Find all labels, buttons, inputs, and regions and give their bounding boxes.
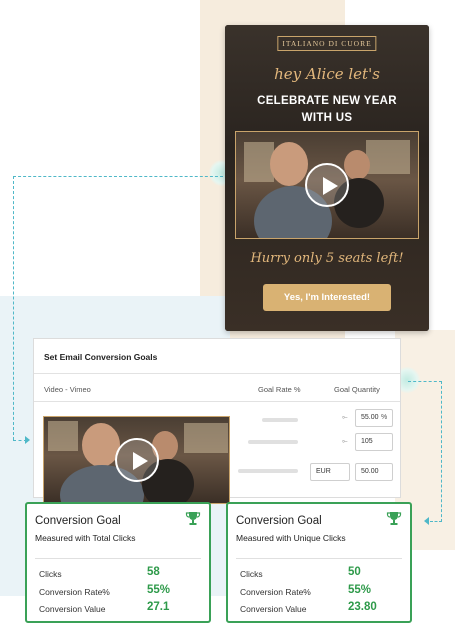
metric-value: 55% xyxy=(147,584,171,596)
link-icon: ⟜ xyxy=(342,438,348,445)
percent-unit: % xyxy=(381,414,388,421)
goal-value-input[interactable]: 50.00 xyxy=(355,463,393,481)
connector-line xyxy=(430,521,442,522)
conversion-card-unique-clicks: Conversion Goal Measured with Unique Cli… xyxy=(226,502,412,623)
metric-row: Clicks 58 xyxy=(35,566,205,582)
placeholder-bar xyxy=(248,440,298,444)
interested-button[interactable]: Yes, I'm Interested! xyxy=(263,284,391,311)
play-icon[interactable] xyxy=(114,438,159,482)
card-title: Conversion Goal xyxy=(35,515,121,527)
column-header-video: Video - Vimeo xyxy=(44,385,91,394)
metric-label: Clicks xyxy=(39,569,62,579)
email-video[interactable] xyxy=(235,131,419,239)
metric-row: Conversion Value 27.1 xyxy=(35,601,205,617)
card-subtitle: Measured with Total Clicks xyxy=(35,533,136,543)
placeholder-bar xyxy=(262,418,298,422)
trophy-icon xyxy=(185,512,201,525)
panel-title: Set Email Conversion Goals xyxy=(44,352,158,362)
column-header-goal-rate: Goal Rate % xyxy=(258,385,301,394)
greeting-text: hey Alice let's xyxy=(274,65,380,83)
brand-logo: ITALIANO DI CUORE xyxy=(277,36,377,51)
trophy-icon xyxy=(386,512,402,525)
conversion-goals-panel: Set Email Conversion Goals Video - Vimeo… xyxy=(33,338,401,504)
metric-label: Conversion Rate% xyxy=(240,587,311,597)
play-icon[interactable] xyxy=(305,163,349,207)
card-title: Conversion Goal xyxy=(236,515,322,527)
headline: CELEBRATE NEW YEAR WITH US xyxy=(225,93,429,127)
connector-line xyxy=(13,176,223,177)
metric-row: Clicks 50 xyxy=(236,566,406,582)
card-subtitle: Measured with Unique Clicks xyxy=(236,533,346,543)
headline-line-1: CELEBRATE NEW YEAR xyxy=(257,95,397,107)
email-preview: ITALIANO DI CUORE hey Alice let's CELEBR… xyxy=(225,25,429,331)
metric-label: Conversion Value xyxy=(240,604,307,614)
link-icon: ⟜ xyxy=(342,414,348,421)
metric-row: Conversion Rate% 55% xyxy=(35,584,205,600)
connector-line xyxy=(441,381,442,522)
column-header-goal-quantity: Goal Quantity xyxy=(334,385,380,394)
goal-rate-input[interactable]: 55.00 xyxy=(355,409,393,427)
divider xyxy=(34,373,400,374)
metric-value: 55% xyxy=(348,584,372,596)
metric-label: Conversion Rate% xyxy=(39,587,110,597)
metric-value: 27.1 xyxy=(147,601,170,613)
divider xyxy=(34,401,400,402)
divider xyxy=(236,558,402,559)
currency-select[interactable]: EUR xyxy=(310,463,350,481)
metric-row: Conversion Rate% 55% xyxy=(236,584,406,600)
placeholder-bar xyxy=(238,469,298,473)
divider xyxy=(35,558,201,559)
connector-arrow xyxy=(424,517,429,525)
connector-line xyxy=(13,176,14,440)
goal-quantity-input[interactable]: 105 xyxy=(355,433,393,451)
metric-label: Clicks xyxy=(240,569,263,579)
panel-video[interactable] xyxy=(43,416,230,504)
hurry-text: Hurry only 5 seats left! xyxy=(250,251,404,266)
metric-row: Conversion Value 23.80 xyxy=(236,601,406,617)
headline-line-2: WITH US xyxy=(301,112,353,124)
metric-label: Conversion Value xyxy=(39,604,106,614)
connector-arrow xyxy=(25,436,30,444)
metric-value: 50 xyxy=(348,566,361,578)
metric-value: 58 xyxy=(147,566,160,578)
metric-value: 23.80 xyxy=(348,601,377,613)
connector-line xyxy=(408,381,442,382)
conversion-card-total-clicks: Conversion Goal Measured with Total Clic… xyxy=(25,502,211,623)
